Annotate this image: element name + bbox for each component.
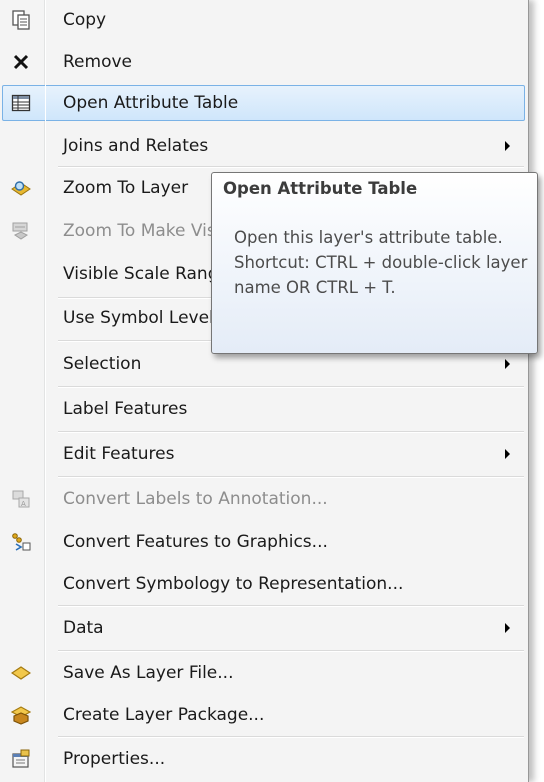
tooltip: Open Attribute Table Open this layer's a… bbox=[211, 172, 538, 354]
menu-item-label: Data bbox=[63, 618, 104, 638]
menu-separator bbox=[58, 736, 524, 738]
menu-item-label: Convert Features to Graphics... bbox=[63, 532, 328, 552]
menu-item-label: Edit Features bbox=[63, 444, 175, 464]
menu-item-create-layer-package[interactable]: Create Layer Package... bbox=[2, 697, 525, 733]
layer-file-icon bbox=[11, 663, 31, 683]
menu-item-label: Visible Scale Range bbox=[63, 264, 229, 284]
menu-item-open-attribute-table[interactable]: Open Attribute Table bbox=[2, 85, 525, 121]
table-icon bbox=[11, 93, 31, 113]
menu-item-properties[interactable]: Properties... bbox=[2, 741, 525, 777]
menu-item-convert-symbology-to-representation[interactable]: Convert Symbology to Representation... bbox=[2, 566, 525, 602]
menu-item-label: Label Features bbox=[63, 399, 188, 419]
menu-item-edit-features[interactable]: Edit Features bbox=[2, 436, 525, 472]
menu-item-label: Convert Symbology to Representation... bbox=[63, 574, 404, 594]
menu-item-label: Zoom To Layer bbox=[63, 178, 189, 198]
menu-item-label: Create Layer Package... bbox=[63, 705, 265, 725]
menu-separator bbox=[58, 386, 524, 388]
svg-text:A: A bbox=[21, 500, 26, 508]
menu-item-convert-labels-to-annotation[interactable]: A Convert Labels to Annotation... bbox=[2, 481, 525, 517]
copy-icon bbox=[11, 10, 31, 30]
menu-item-copy[interactable]: Copy bbox=[2, 2, 525, 38]
properties-icon bbox=[11, 749, 31, 769]
menu-item-label: Convert Labels to Annotation... bbox=[63, 489, 328, 509]
menu-item-label: Remove bbox=[63, 52, 132, 72]
menu-item-label-features[interactable]: Label Features bbox=[2, 391, 525, 427]
menu-item-label: Properties... bbox=[63, 749, 166, 769]
menu-separator bbox=[58, 431, 524, 433]
menu-item-data[interactable]: Data bbox=[2, 610, 525, 646]
menu-item-label: Open Attribute Table bbox=[63, 93, 239, 113]
submenu-arrow-icon bbox=[505, 359, 510, 369]
menu-item-label: Save As Layer File... bbox=[63, 663, 234, 683]
menu-item-label: Copy bbox=[63, 10, 107, 30]
zoom-to-visible-icon bbox=[11, 221, 31, 241]
zoom-to-layer-icon bbox=[11, 178, 31, 198]
convert-features-icon bbox=[11, 532, 31, 552]
menu-item-convert-features-to-graphics[interactable]: Convert Features to Graphics... bbox=[2, 524, 525, 560]
layer-package-icon bbox=[11, 705, 31, 725]
tooltip-body: Open this layer's attribute table. Short… bbox=[234, 228, 528, 297]
tooltip-title: Open Attribute Table bbox=[223, 179, 418, 198]
submenu-arrow-icon bbox=[505, 141, 510, 151]
menu-item-remove[interactable]: Remove bbox=[2, 44, 525, 80]
menu-separator bbox=[58, 476, 524, 478]
menu-item-label: Joins and Relates bbox=[63, 136, 209, 156]
submenu-arrow-icon bbox=[505, 623, 510, 633]
menu-item-label: Selection bbox=[63, 354, 142, 374]
convert-labels-icon: A bbox=[11, 489, 31, 509]
menu-item-label: Use Symbol Levels bbox=[63, 308, 223, 328]
menu-separator bbox=[58, 605, 524, 607]
submenu-arrow-icon bbox=[505, 449, 510, 459]
menu-item-joins-and-relates[interactable]: Joins and Relates bbox=[2, 128, 525, 164]
menu-item-save-as-layer-file[interactable]: Save As Layer File... bbox=[2, 655, 525, 691]
close-icon bbox=[11, 52, 31, 72]
menu-separator bbox=[58, 166, 524, 168]
menu-separator bbox=[58, 650, 524, 652]
layer-context-menu: Copy Remove Open Attribute Table Joins a… bbox=[0, 0, 529, 782]
